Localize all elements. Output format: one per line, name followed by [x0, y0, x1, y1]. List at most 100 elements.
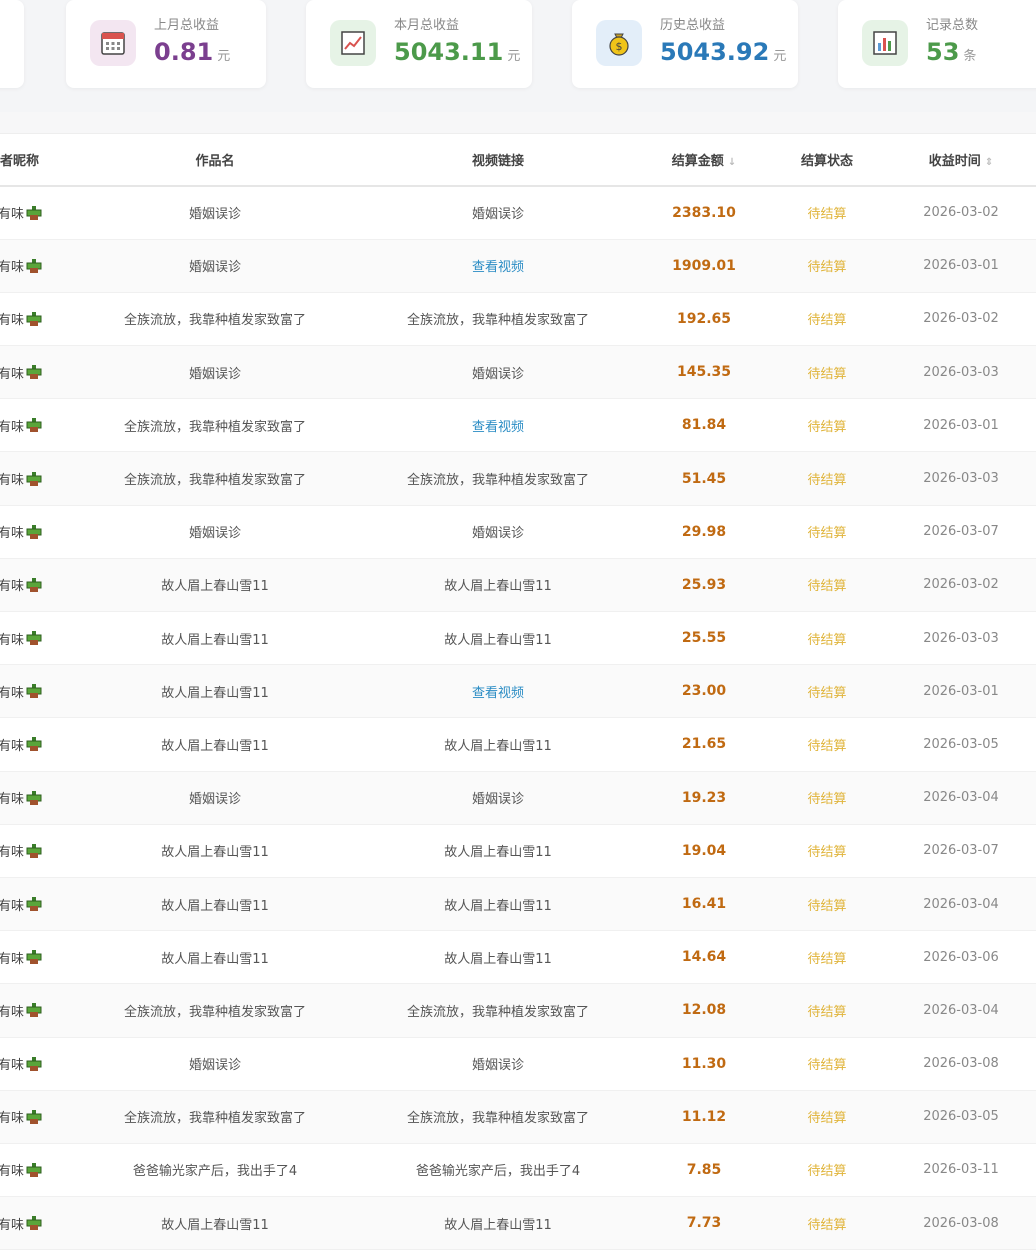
nickname-text: 有味	[0, 738, 25, 754]
cell-nickname: 有味	[0, 292, 74, 347]
table-row: 有味 故人眉上春山雪11 故人眉上春山雪11 25.93 待结算 2026-03-02	[0, 558, 1036, 613]
svg-text:$: $	[616, 40, 623, 53]
stat-card-records: 记录总数 53 条	[838, 0, 1036, 88]
cell-nickname: 有味	[0, 1090, 74, 1144]
amount-value: 14.64	[681, 949, 727, 966]
plant-badge-icon	[26, 365, 42, 380]
status-badge: 待结算	[807, 1004, 847, 1020]
header-time[interactable]: 收益时间 ⇕	[886, 134, 1036, 187]
plant-badge-icon	[26, 311, 42, 326]
cell-date: 2026-03-03	[886, 611, 1036, 666]
cell-amount: 19.23	[640, 771, 768, 825]
nickname-text: 有味	[0, 1164, 25, 1180]
table-row: 有味 故人眉上春山雪11 故人眉上春山雪11 19.04 待结算 2026-03-07	[0, 824, 1036, 878]
nickname-text: 有味	[0, 313, 25, 329]
video-title: 全族流放，我靠种植发家致富了	[406, 313, 589, 329]
nickname-text: 有味	[0, 898, 25, 914]
cell-date: 2026-03-04	[886, 983, 1036, 1038]
cell-work: 婚姻误诊	[74, 1037, 356, 1091]
amount-value: 11.30	[681, 1055, 727, 1072]
cell-work: 故人眉上春山雪11	[74, 558, 356, 613]
cell-status: 待结算	[768, 505, 886, 559]
cell-work: 婚姻误诊	[74, 239, 356, 293]
cell-amount: 2383.10	[640, 186, 768, 240]
header-video[interactable]: 视频链接	[356, 134, 640, 187]
nickname-text: 有味	[0, 1004, 25, 1020]
nickname-text: 有味	[0, 260, 25, 276]
plant-badge-icon	[26, 684, 42, 699]
bar-chart-icon	[862, 20, 908, 66]
cell-date: 2026-03-02	[886, 292, 1036, 347]
cell-amount: 192.65	[640, 292, 768, 347]
plant-badge-icon	[26, 1109, 42, 1124]
header-nickname[interactable]: 者昵称	[0, 134, 74, 187]
date-value: 2026-03-04	[923, 790, 999, 806]
cell-amount: 81.84	[640, 398, 768, 453]
cell-status: 待结算	[768, 398, 886, 453]
stat-label: 历史总收益	[660, 18, 726, 33]
date-value: 2026-03-06	[923, 949, 999, 965]
cell-video: 故人眉上春山雪11	[356, 558, 640, 613]
status-badge: 待结算	[807, 951, 847, 967]
sort-toggle-icon[interactable]: ⇕	[985, 157, 993, 168]
amount-value: 7.73	[686, 1215, 722, 1232]
stat-label: 本月总收益	[394, 18, 460, 33]
cell-date: 2026-03-07	[886, 824, 1036, 878]
cell-nickname: 有味	[0, 1037, 74, 1091]
date-value: 2026-03-02	[923, 205, 999, 221]
nickname-text: 有味	[0, 1111, 25, 1127]
video-title: 故人眉上春山雪11	[444, 845, 552, 861]
cell-date: 2026-03-01	[886, 398, 1036, 453]
cell-date: 2026-03-01	[886, 664, 1036, 719]
status-badge: 待结算	[807, 632, 847, 648]
table-row: 有味 全族流放，我靠种植发家致富了 全族流放，我靠种植发家致富了 11.12 待结算 20…	[0, 1090, 1036, 1144]
cell-video[interactable]: 查看视频	[356, 239, 640, 293]
cell-nickname: 有味	[0, 824, 74, 878]
nickname-text: 有味	[0, 366, 25, 382]
status-badge: 待结算	[807, 898, 847, 914]
status-badge: 待结算	[807, 473, 847, 489]
plant-badge-icon	[26, 1216, 42, 1231]
cell-date: 2026-03-05	[886, 717, 1036, 772]
amount-value: 51.45	[681, 470, 727, 487]
cell-work: 故人眉上春山雪11	[74, 824, 356, 878]
header-amount[interactable]: 结算金额 ↓	[640, 134, 768, 187]
video-title: 婚姻误诊	[471, 207, 524, 223]
date-value: 2026-03-02	[923, 577, 999, 593]
cell-status: 待结算	[768, 824, 886, 878]
cell-date: 2026-03-02	[886, 186, 1036, 240]
date-value: 2026-03-08	[923, 1215, 999, 1231]
sort-desc-icon[interactable]: ↓	[728, 157, 736, 168]
status-badge: 待结算	[807, 1058, 847, 1074]
view-video-link[interactable]: 查看视频	[472, 420, 524, 435]
nickname-text: 有味	[0, 1058, 25, 1074]
cell-amount: 7.85	[640, 1143, 768, 1198]
stat-value: 5043.11 元	[394, 38, 521, 66]
cell-status: 待结算	[768, 1090, 886, 1144]
amount-value: 145.35	[676, 364, 732, 381]
plant-badge-icon	[26, 258, 42, 273]
date-value: 2026-03-07	[923, 843, 999, 859]
amount-value: 192.65	[676, 310, 732, 327]
cell-amount: 23.00	[640, 664, 768, 719]
plant-badge-icon	[26, 843, 42, 858]
cell-status: 待结算	[768, 717, 886, 772]
panel-toolbar	[0, 112, 1036, 134]
plant-badge-icon	[26, 790, 42, 805]
cell-video[interactable]: 查看视频	[356, 398, 640, 453]
cell-status: 待结算	[768, 983, 886, 1038]
table-header-row: 者昵称 作品名 视频链接 结算金额 ↓ 结算状态 收益时间 ⇕	[0, 134, 1036, 187]
cell-amount: 51.45	[640, 451, 768, 506]
view-video-link[interactable]: 查看视频	[472, 686, 524, 701]
header-status[interactable]: 结算状态	[768, 134, 886, 187]
cell-work: 全族流放，我靠种植发家致富了	[74, 292, 356, 347]
cell-video[interactable]: 查看视频	[356, 664, 640, 719]
plant-badge-icon	[26, 524, 42, 539]
cell-video: 全族流放，我靠种植发家致富了	[356, 451, 640, 506]
cell-amount: 11.30	[640, 1037, 768, 1091]
date-value: 2026-03-03	[923, 471, 999, 487]
view-video-link[interactable]: 查看视频	[472, 260, 524, 275]
header-work[interactable]: 作品名	[74, 134, 356, 187]
video-title: 故人眉上春山雪11	[444, 632, 552, 648]
stat-card-history: $ 历史总收益 5043.92 元	[572, 0, 798, 88]
